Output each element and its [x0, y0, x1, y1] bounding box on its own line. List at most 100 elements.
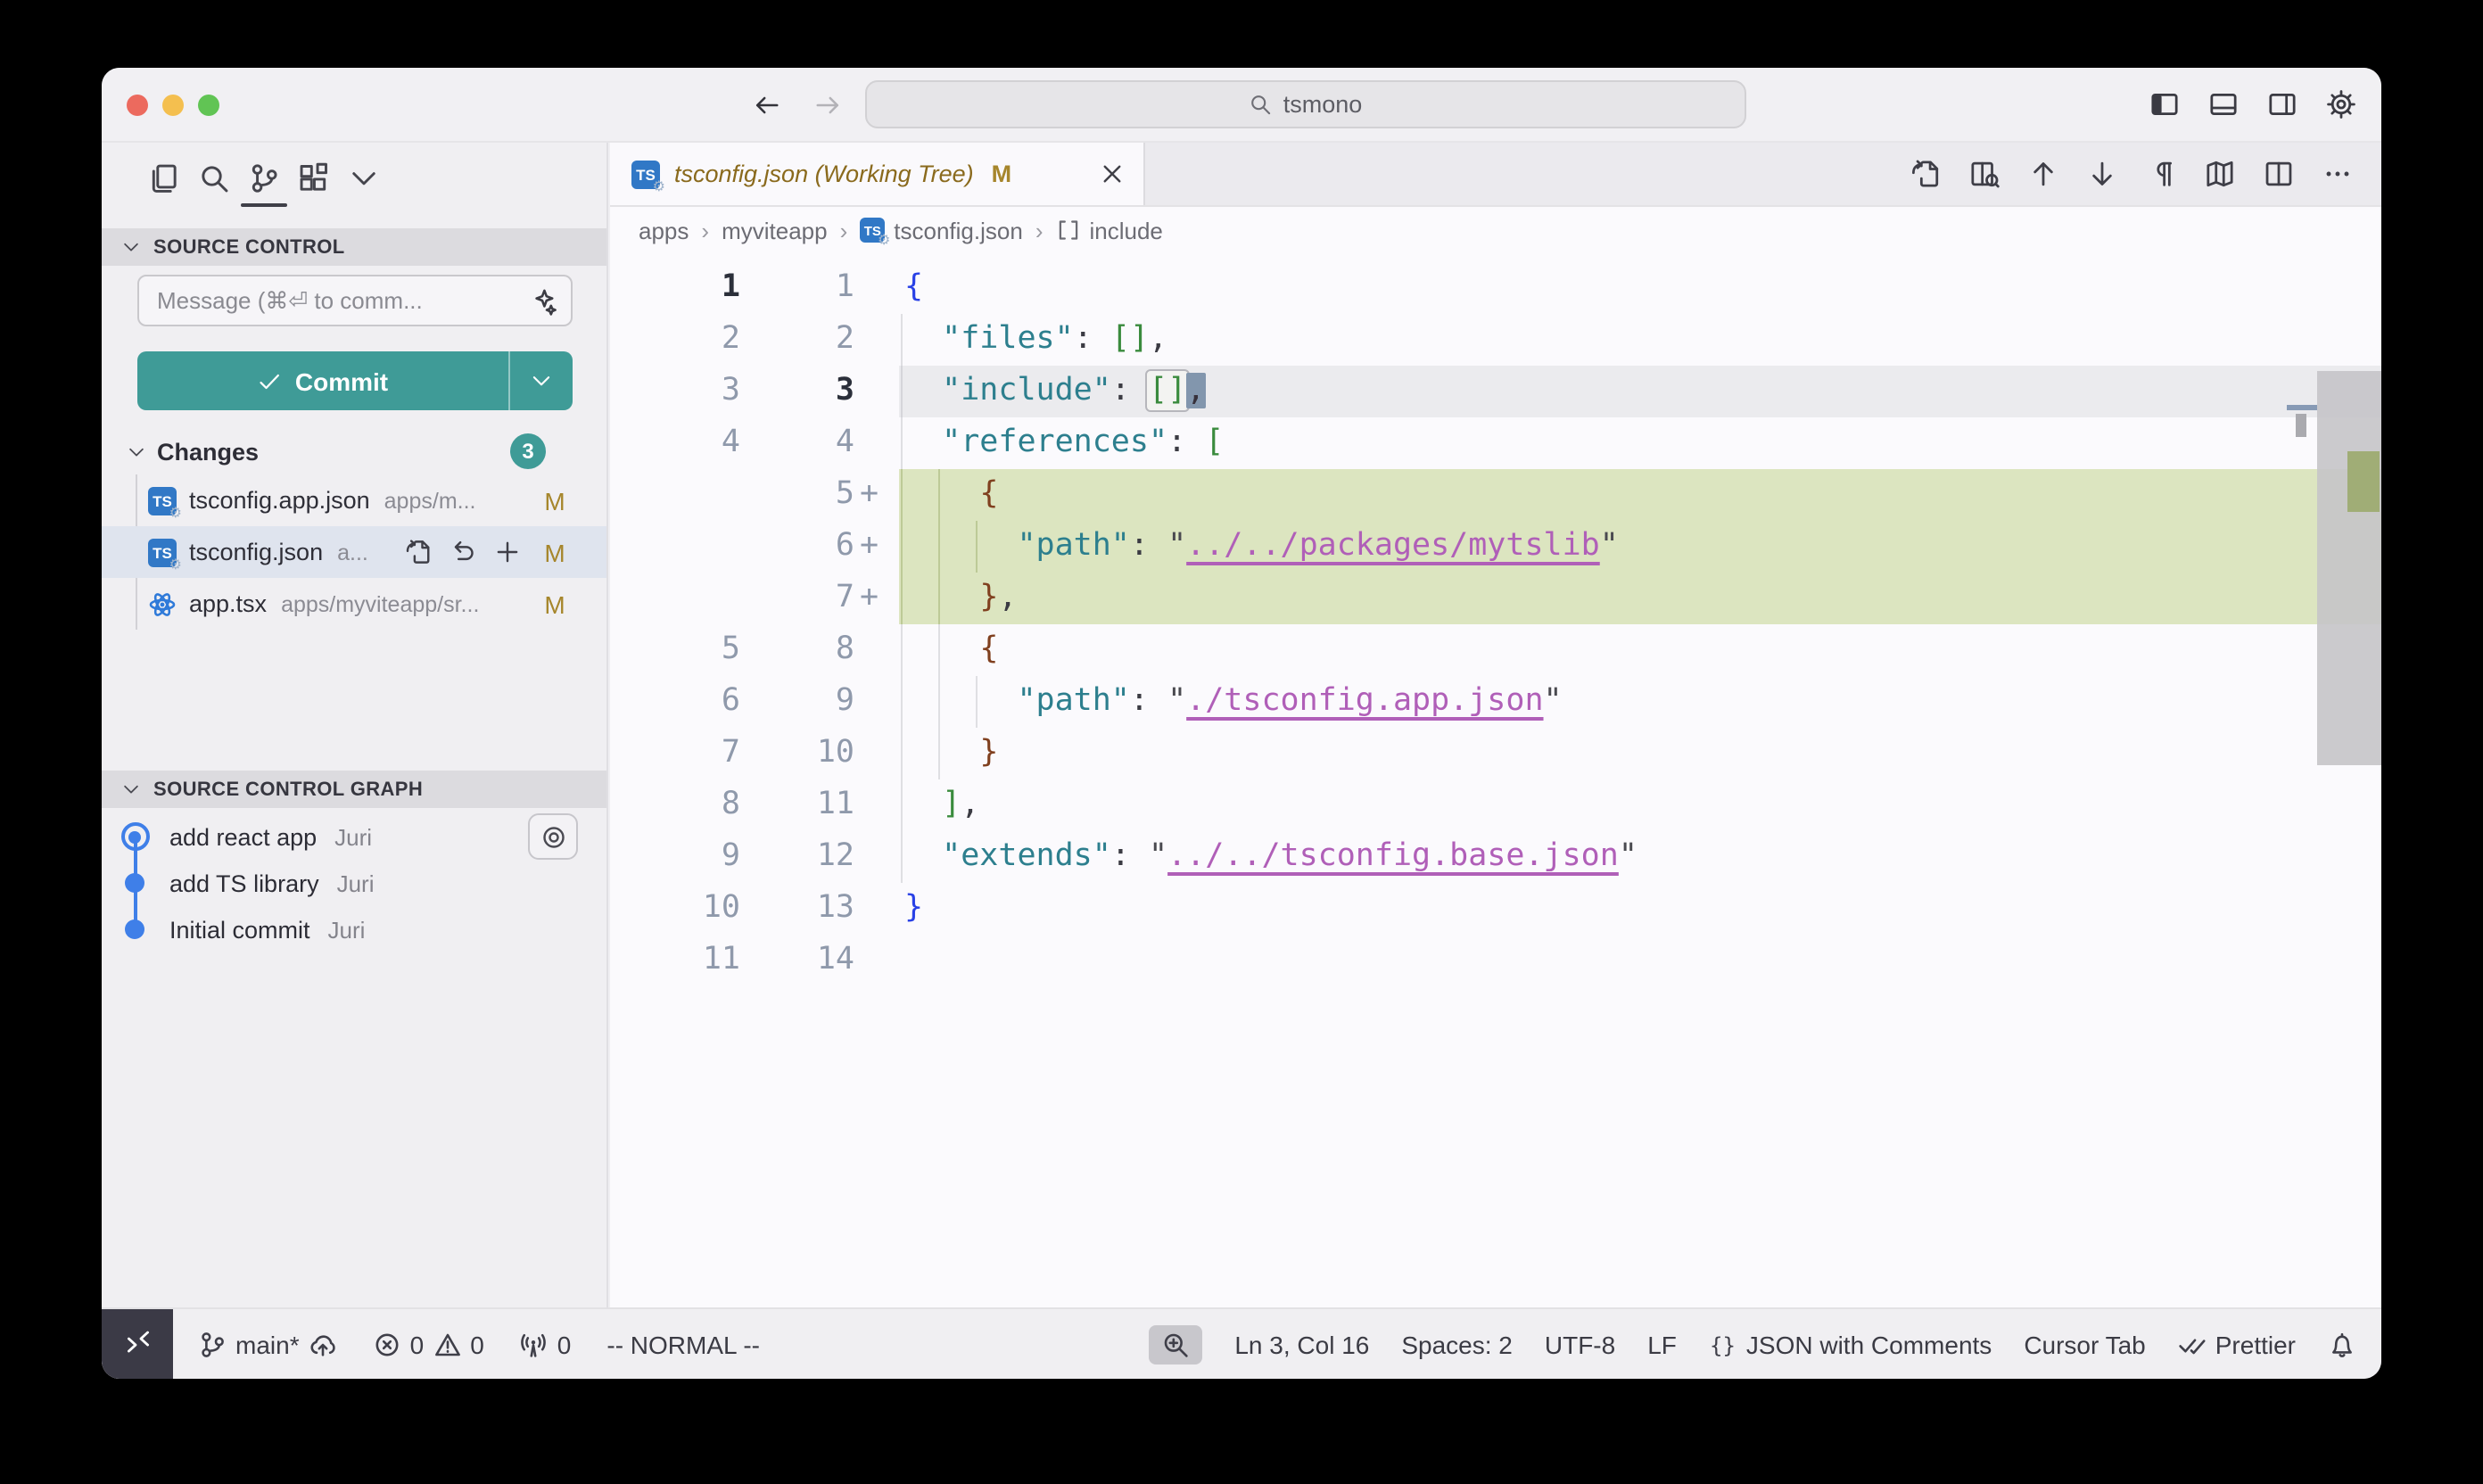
layout-panel-icon[interactable] [2208, 89, 2239, 120]
source-control-section-header[interactable]: SOURCE CONTROL [102, 228, 606, 266]
commit-dropdown-button[interactable] [508, 351, 573, 410]
navigate-forward-icon[interactable] [813, 91, 842, 120]
original-line-number: 7 [610, 728, 740, 779]
modified-line-number: 7 [740, 573, 854, 624]
arrow-down-icon[interactable] [2087, 159, 2117, 189]
code-line-13[interactable]: 1013} [610, 883, 2381, 935]
status-indentation[interactable]: Spaces: 2 [1401, 1330, 1513, 1358]
tab-title: tsconfig.json (Working Tree) [674, 161, 974, 187]
json-braces-icon: {} [1709, 1330, 1737, 1358]
commit-row[interactable]: Initial commitJuri [102, 906, 606, 952]
minimize-window-button[interactable] [162, 95, 184, 116]
commit-row[interactable]: add TS libraryJuri [102, 860, 606, 906]
go-to-file-icon[interactable] [1910, 159, 1941, 189]
code-line-5[interactable]: 5+ { [610, 469, 2381, 521]
commit-message: Initial commit [169, 916, 310, 943]
gear-icon[interactable] [2326, 89, 2356, 120]
code-text: { [904, 262, 923, 314]
breadcrumb-item-include[interactable]: include [1056, 217, 1163, 243]
go-to-file-icon[interactable] [405, 539, 432, 565]
arrow-up-icon[interactable] [2028, 159, 2058, 189]
status-ports[interactable]: 0 [520, 1330, 572, 1358]
sidebar: SOURCE CONTROL Message (⌘⏎ to comm... Co… [102, 143, 608, 1307]
activity-item-source-control[interactable] [248, 162, 280, 194]
code-text: } [904, 728, 998, 779]
changes-label: Changes [157, 438, 499, 465]
zoom-window-button[interactable] [198, 95, 219, 116]
status-zoom-indicator[interactable] [1149, 1324, 1202, 1364]
modified-line-number: 1 [740, 262, 854, 314]
commit-button[interactable]: Commit [137, 351, 573, 410]
status-vim-mode: -- NORMAL -- [606, 1330, 760, 1358]
status-notifications[interactable] [2328, 1330, 2356, 1358]
status-encoding[interactable]: UTF-8 [1545, 1330, 1615, 1358]
code-line-11[interactable]: 811 ], [610, 779, 2381, 831]
code-line-2[interactable]: 22 "files": [], [610, 314, 2381, 366]
code-line-12[interactable]: 912 "extends": "../../tsconfig.base.json… [610, 831, 2381, 883]
map-icon[interactable] [2205, 159, 2235, 189]
layout-sidebar-left-icon[interactable] [2149, 89, 2180, 120]
status-eol[interactable]: LF [1647, 1330, 1677, 1358]
checkout-target-button[interactable] [528, 813, 578, 860]
file-path: apps/m... [384, 488, 476, 513]
commit-message-input[interactable]: Message (⌘⏎ to comm... [137, 275, 573, 326]
code-text: }, [904, 573, 1018, 624]
file-row-actions [405, 539, 521, 565]
navigate-back-icon[interactable] [753, 91, 781, 120]
plus-icon[interactable] [494, 539, 521, 565]
changed-file-row[interactable]: TS⚙tsconfig.jsona...M [102, 526, 606, 578]
changes-list: TS⚙tsconfig.app.jsonapps/m...MTS⚙tsconfi… [102, 474, 606, 630]
code-text: } [904, 883, 923, 935]
status-problems[interactable]: 00 [373, 1330, 484, 1358]
modified-line-number: 9 [740, 676, 854, 728]
activity-item-extensions[interactable] [298, 162, 330, 194]
commit-row[interactable]: add react appJuri [102, 813, 606, 860]
code-line-14[interactable]: 1114 [610, 935, 2381, 986]
gear-overlay-icon: ⚙ [653, 177, 665, 194]
code-line-6[interactable]: 6+ "path": "../../packages/mytslib" [610, 521, 2381, 573]
close-window-button[interactable] [127, 95, 148, 116]
status-formatter[interactable]: Prettier [2178, 1330, 2296, 1358]
breadcrumb-item-myviteapp[interactable]: myviteapp [722, 217, 828, 243]
changed-file-row[interactable]: app.tsxapps/myviteapp/sr...M [102, 578, 606, 630]
status-cursor-position[interactable]: Ln 3, Col 16 [1234, 1330, 1369, 1358]
activity-item-files[interactable] [148, 162, 180, 194]
diff-editor[interactable]: 11{22 "files": [],33 "include": [],44 "r… [610, 253, 2381, 1307]
code-line-3[interactable]: 33 "include": [], [610, 366, 2381, 417]
pilcrow-icon[interactable] [2146, 159, 2176, 189]
ellipsis-icon[interactable] [2322, 159, 2353, 189]
status-language-mode[interactable]: {}JSON with Comments [1709, 1330, 1992, 1358]
editor-scrollbar[interactable] [2317, 371, 2381, 765]
status-branch[interactable]: main* [198, 1330, 337, 1358]
sparkle-icon[interactable] [528, 286, 557, 315]
changes-section-header[interactable]: Changes 3 [102, 428, 606, 474]
layout-sidebar-right-icon[interactable] [2267, 89, 2297, 120]
close-icon[interactable] [1099, 161, 1126, 187]
activity-item-chevron-down[interactable] [348, 162, 380, 194]
breadcrumb-item-tsconfig.json[interactable]: TS⚙tsconfig.json [860, 217, 1023, 243]
breadcrumb-item-apps[interactable]: apps [639, 217, 689, 243]
code-line-4[interactable]: 44 "references": [ [610, 417, 2381, 469]
split-editor-icon[interactable] [2264, 159, 2294, 189]
source-control-graph-header[interactable]: SOURCE CONTROL GRAPH [102, 771, 606, 808]
code-line-10[interactable]: 710 } [610, 728, 2381, 779]
search-icon [1250, 93, 1273, 116]
compare-inline-icon[interactable] [1969, 159, 2000, 189]
discard-icon[interactable] [450, 539, 476, 565]
document-link[interactable]: ../../packages/mytslib [1186, 528, 1600, 564]
code-line-9[interactable]: 69 "path": "./tsconfig.app.json" [610, 676, 2381, 728]
breadcrumb-label: include [1090, 217, 1163, 243]
code-line-1[interactable]: 11{ [610, 262, 2381, 314]
command-center-search[interactable]: tsmono [865, 80, 1746, 128]
code-line-7[interactable]: 7+ }, [610, 573, 2381, 624]
remote-indicator[interactable] [102, 1308, 173, 1379]
document-link[interactable]: ../../tsconfig.base.json [1167, 838, 1619, 874]
changed-file-row[interactable]: TS⚙tsconfig.app.jsonapps/m...M [102, 474, 606, 526]
status-text: Prettier [2215, 1330, 2296, 1358]
status-cursor-tab[interactable]: Cursor Tab [2024, 1330, 2145, 1358]
code-line-8[interactable]: 58 { [610, 624, 2381, 676]
document-link[interactable]: ./tsconfig.app.json [1186, 683, 1543, 719]
activity-item-search[interactable] [198, 162, 230, 194]
tab-tsconfig-working-tree[interactable]: TS⚙ tsconfig.json (Working Tree) M [610, 143, 1145, 205]
modified-badge: M [542, 589, 567, 618]
